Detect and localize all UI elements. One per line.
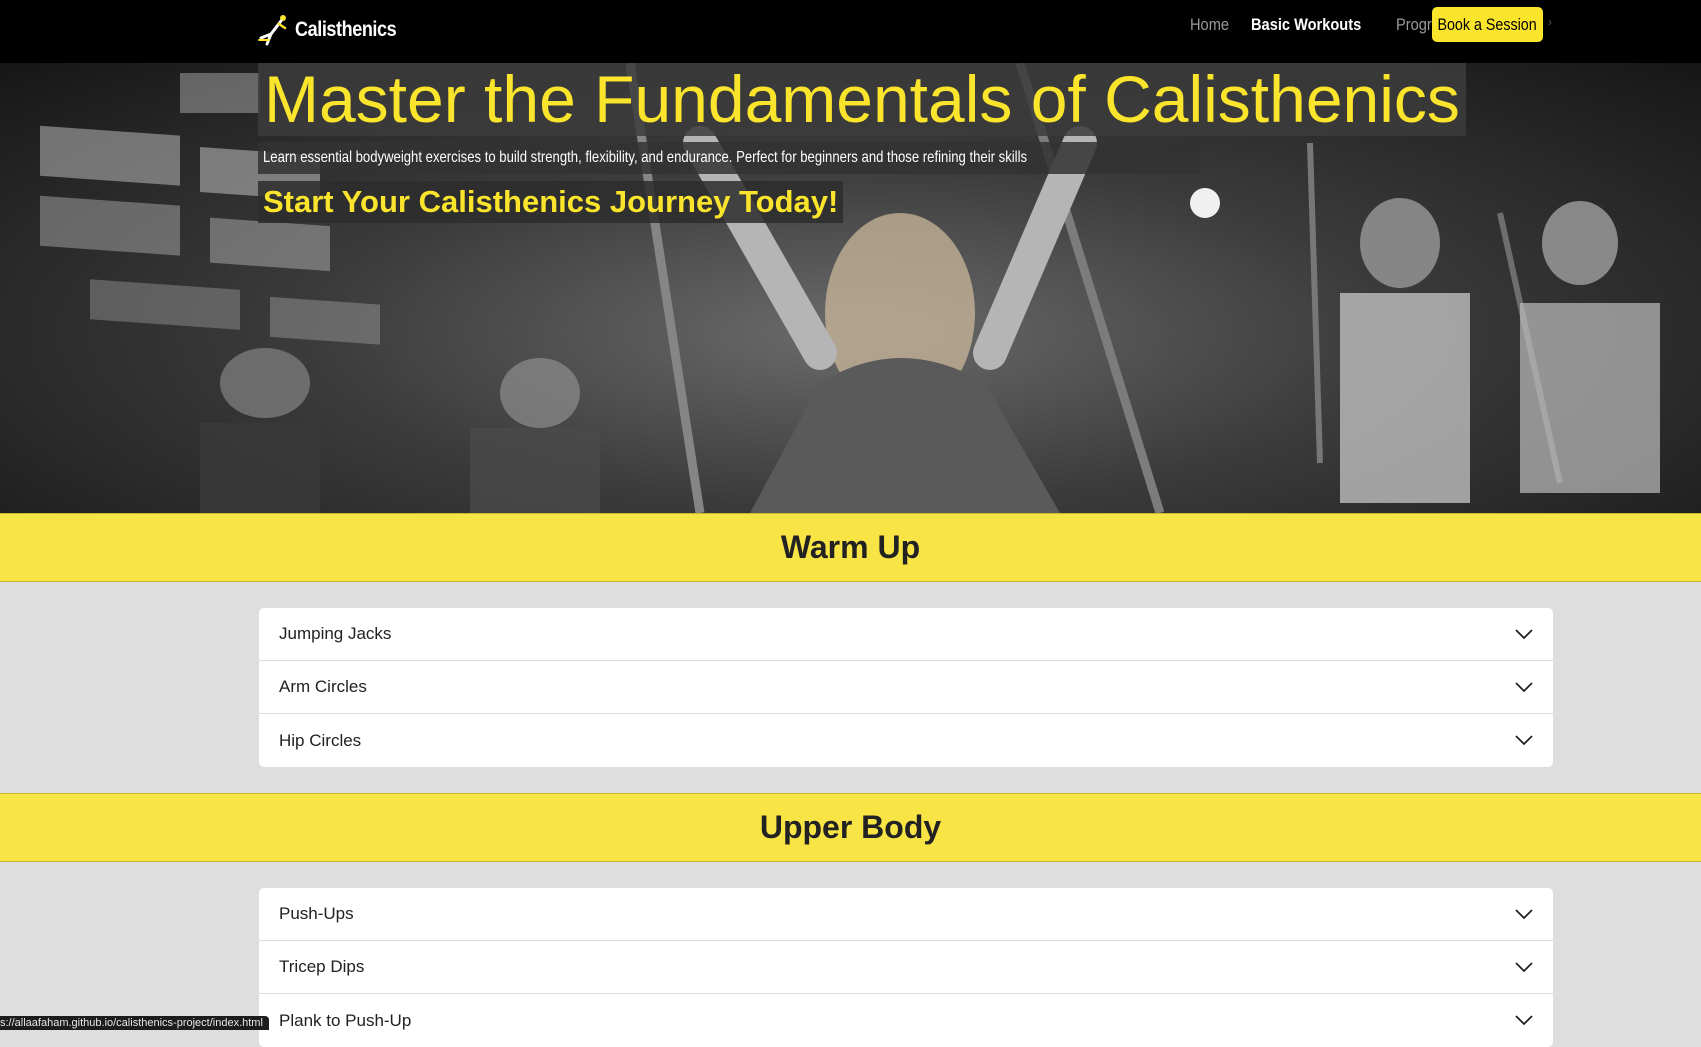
accordion-item-label: Jumping Jacks	[279, 624, 392, 643]
section-header-warm-up: Warm Up	[0, 513, 1701, 582]
brand-link[interactable]: Calisthenics	[257, 10, 413, 50]
accordion-item-tricep-dips[interactable]: Tricep Dips	[259, 941, 1553, 994]
brand-name: Calisthenics	[295, 18, 397, 41]
hero-subtitle-text: Learn essential bodyweight exercises to …	[263, 149, 1028, 166]
chevron-down-icon	[1515, 1015, 1533, 1026]
accordion-item-plank-to-push-up[interactable]: Plank to Push-Up	[259, 994, 1553, 1047]
chevron-right-icon: ›	[1548, 15, 1552, 29]
hero-subtitle: Learn essential bodyweight exercises to …	[258, 142, 1200, 174]
chevron-down-icon	[1515, 681, 1533, 692]
section-header-upper-body: Upper Body	[0, 793, 1701, 862]
navbar: Calisthenics Home Basic Workouts Progres…	[0, 0, 1701, 63]
chevron-down-icon	[1515, 908, 1533, 919]
section-title: Warm Up	[780, 529, 921, 565]
accordion-item-label: Plank to Push-Up	[279, 1010, 412, 1030]
hero-title: Master the Fundamentals of Calisthenics	[258, 63, 1466, 136]
book-session-button[interactable]: Book a Session	[1432, 7, 1543, 42]
accordion-item-push-ups[interactable]: Push-Ups	[259, 888, 1553, 941]
hero-section: Master the Fundamentals of Calisthenics …	[0, 63, 1701, 513]
browser-status-url: s://allaafaham.github.io/calisthenics-pr…	[0, 1016, 269, 1030]
nav-link-basic-workouts[interactable]: Basic Workouts	[1251, 15, 1361, 35]
accordion-item-jumping-jacks[interactable]: Jumping Jacks	[259, 608, 1553, 661]
accordion-item-label: Arm Circles	[279, 677, 367, 696]
gymnast-icon	[258, 15, 287, 46]
accordion-warm-up: Jumping Jacks Arm Circles Hip Circles	[259, 608, 1553, 767]
accordion-item-label: Push-Ups	[279, 904, 354, 923]
nav-link-home[interactable]: Home	[1190, 15, 1229, 35]
section-title: Upper Body	[759, 809, 942, 845]
accordion-upper-body: Push-Ups Tricep Dips Plank to Push-Up	[259, 888, 1553, 1047]
accordion-item-label: Tricep Dips	[279, 957, 365, 976]
accordion-item-label: Hip Circles	[279, 730, 362, 750]
chevron-down-icon	[1515, 735, 1533, 746]
chevron-down-icon	[1515, 961, 1533, 972]
accordion-item-hip-circles[interactable]: Hip Circles	[259, 714, 1553, 767]
chevron-down-icon	[1515, 628, 1533, 639]
book-session-label: Book a Session	[1437, 14, 1538, 34]
accordion-item-arm-circles[interactable]: Arm Circles	[259, 661, 1553, 714]
hero-cta-text: Start Your Calisthenics Journey Today!	[258, 181, 844, 223]
